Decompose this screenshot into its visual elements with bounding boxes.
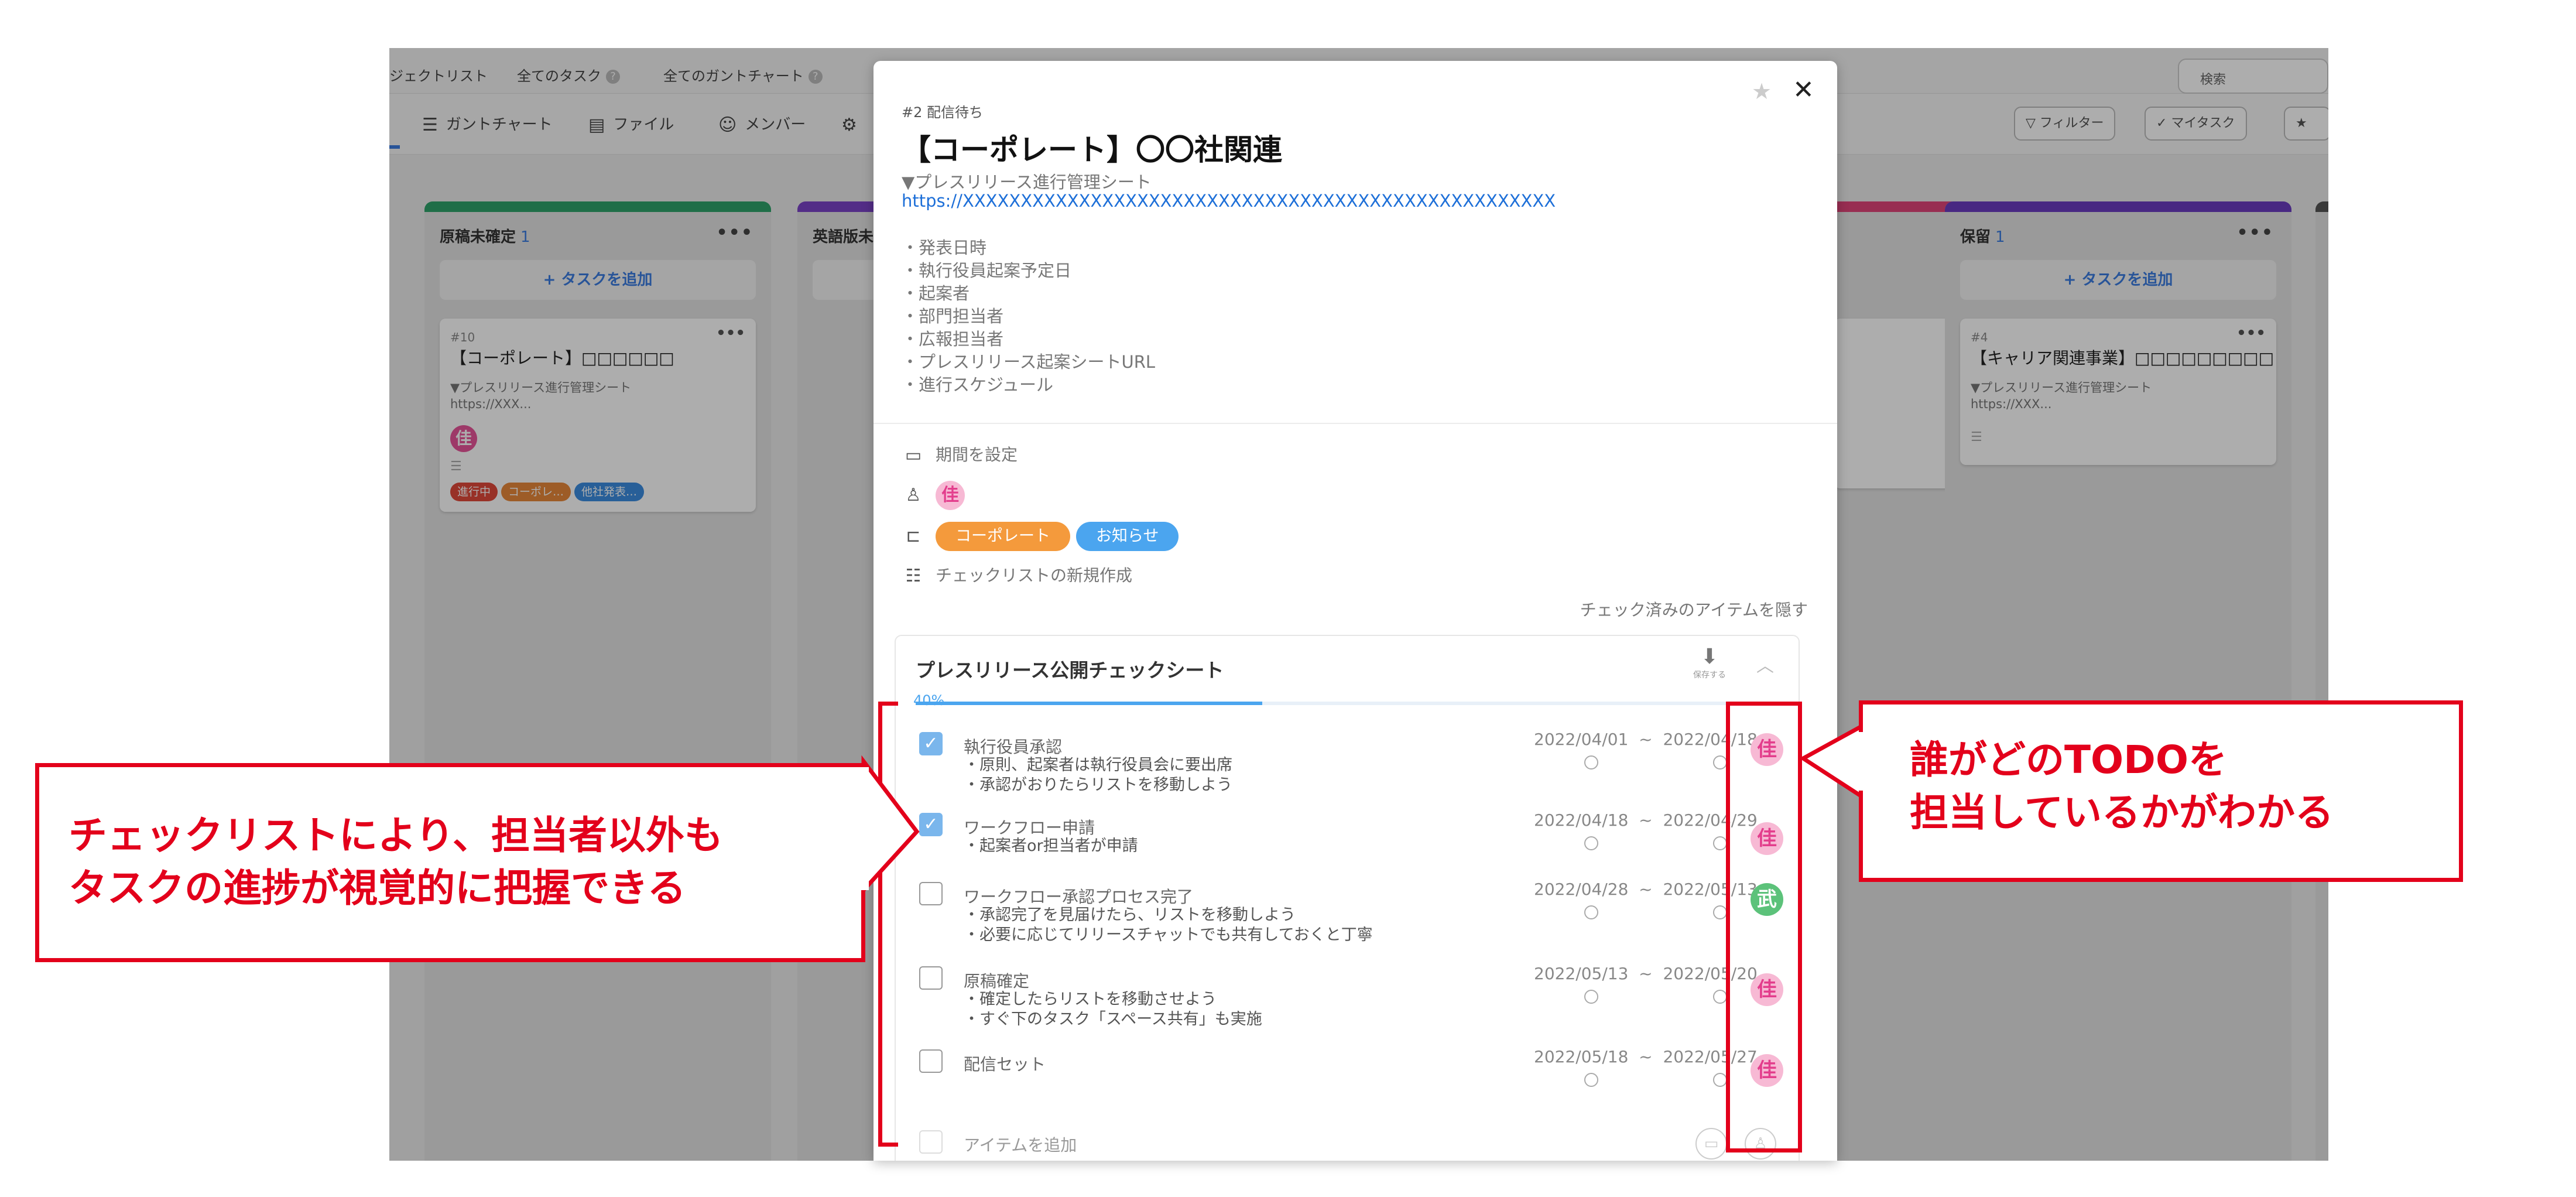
callout-right: 誰がどのTODOを 担当しているかがわかる (1859, 700, 2463, 882)
callout-right-pointer (1799, 723, 1864, 801)
callout-left-text: チェックリストにより、担当者以外も タスクの進捗が視覚的に把握できる (68, 813, 724, 911)
callout-right-joint (1857, 732, 1865, 791)
callout-arrows (861, 723, 1864, 896)
callout-left-joint (861, 767, 869, 890)
callout-right-text: 誰がどのTODOを 担当しているかがわかる (1910, 737, 2334, 835)
callout-left: チェックリストにより、担当者以外も タスクの進捗が視覚的に把握できる (35, 763, 865, 962)
callout-left-pointer (861, 755, 920, 896)
